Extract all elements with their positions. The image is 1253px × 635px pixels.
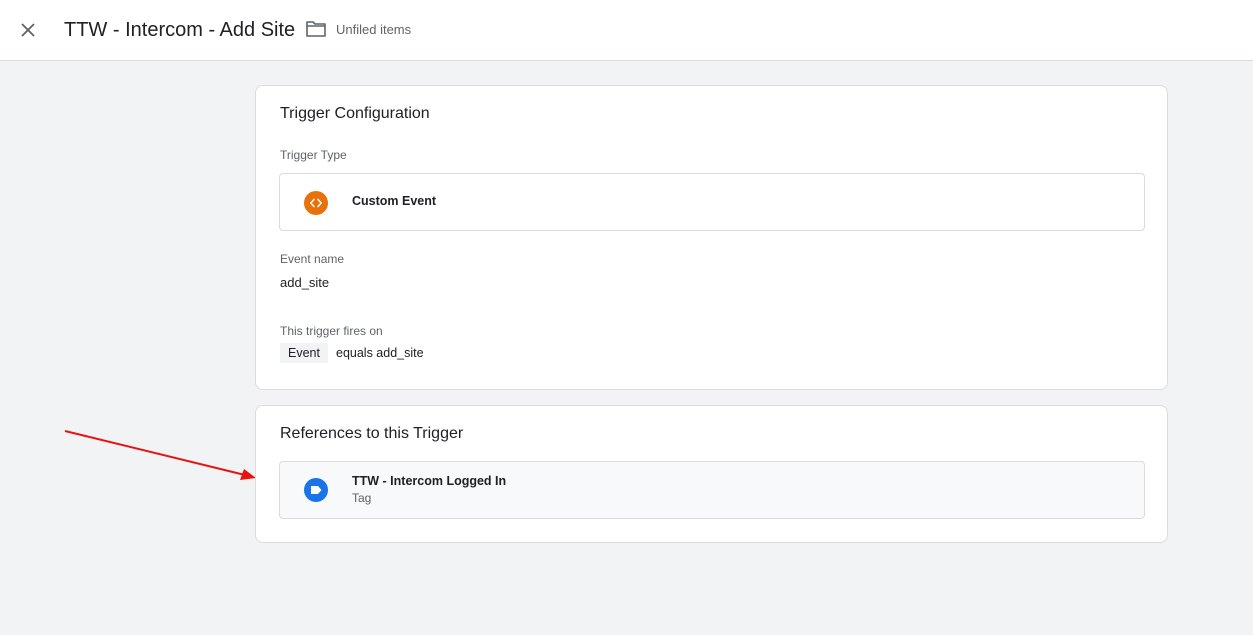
condition-text: equals add_site (336, 346, 424, 360)
folder-label[interactable]: Unfiled items (336, 22, 411, 37)
custom-event-icon (304, 191, 328, 215)
top-bar: TTW - Intercom - Add Site Unfiled items (0, 0, 1253, 61)
trigger-type-name: Custom Event (352, 194, 437, 208)
fires-on-label: This trigger fires on (280, 324, 383, 338)
references-card: References to this Trigger TTW - Interco… (255, 405, 1168, 543)
card-title: Trigger Configuration (280, 105, 430, 122)
close-button[interactable] (16, 18, 40, 42)
event-name-value: add_site (280, 275, 330, 290)
folder-icon[interactable] (305, 19, 327, 39)
reference-name: TTW - Intercom Logged In (352, 474, 507, 488)
trigger-type-box[interactable]: Custom Event (279, 173, 1145, 231)
trigger-configuration-card[interactable]: Trigger Configuration Trigger Type Custo… (255, 85, 1168, 390)
condition-variable-chip: Event (280, 343, 328, 363)
reference-type: Tag (352, 491, 372, 505)
event-name-label: Event name (280, 252, 345, 266)
reference-item[interactable]: TTW - Intercom Logged In Tag (279, 461, 1145, 519)
card-title: References to this Trigger (280, 425, 464, 442)
page-title: TTW - Intercom - Add Site (64, 19, 296, 41)
trigger-type-label: Trigger Type (280, 148, 347, 162)
tag-icon (304, 478, 328, 502)
close-icon (21, 23, 35, 37)
annotation-arrow (64, 430, 256, 480)
